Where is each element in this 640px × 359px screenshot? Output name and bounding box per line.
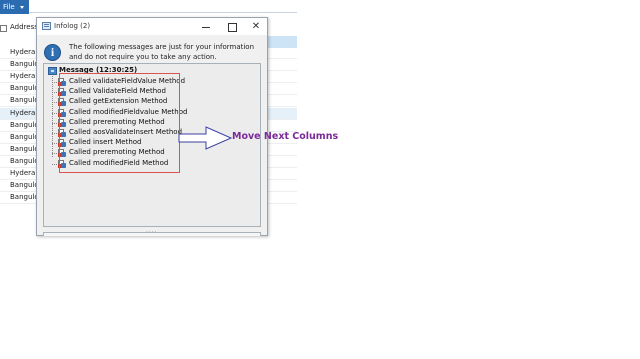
- file-menu-label: File: [3, 3, 15, 11]
- chevron-down-icon: [20, 6, 24, 9]
- tree-connector-line: [52, 76, 53, 158]
- table-cell-address: Bangulo: [10, 133, 39, 141]
- address-column-header[interactable]: Address: [10, 23, 38, 31]
- annotation-highlight-box: [59, 73, 180, 173]
- table-cell-address: Bangulo: [10, 157, 39, 165]
- table-cell-address: Bangulo: [10, 121, 39, 129]
- ribbon-divider: [29, 12, 297, 13]
- dialog-title: Infolog (2): [54, 22, 91, 30]
- annotation-label: Move Next Columns: [232, 131, 339, 142]
- infolog-window-icon: [42, 22, 51, 30]
- table-cell-address: Bangulo: [10, 84, 39, 92]
- table-cell-address: Bangulo: [10, 60, 39, 68]
- minimize-button[interactable]: [197, 20, 215, 33]
- info-message: The following messages are just for your…: [69, 43, 255, 61]
- info-icon: i: [44, 44, 61, 61]
- file-menu-button[interactable]: File: [0, 0, 29, 14]
- maximize-button[interactable]: [223, 20, 241, 33]
- select-all-checkbox[interactable]: [0, 25, 7, 32]
- dialog-titlebar[interactable]: Infolog (2) ✕: [37, 18, 267, 35]
- close-button[interactable]: ✕: [247, 20, 265, 33]
- message-folder-icon: [48, 67, 57, 75]
- table-cell-address: Bangulo: [10, 96, 39, 104]
- annotation-arrow-icon: [178, 126, 233, 150]
- detail-panel: [43, 232, 261, 236]
- table-cell-address: Bangulo: [10, 181, 39, 189]
- table-cell-address: Bangulo: [10, 145, 39, 153]
- table-cell-address: Bangulo: [10, 193, 39, 201]
